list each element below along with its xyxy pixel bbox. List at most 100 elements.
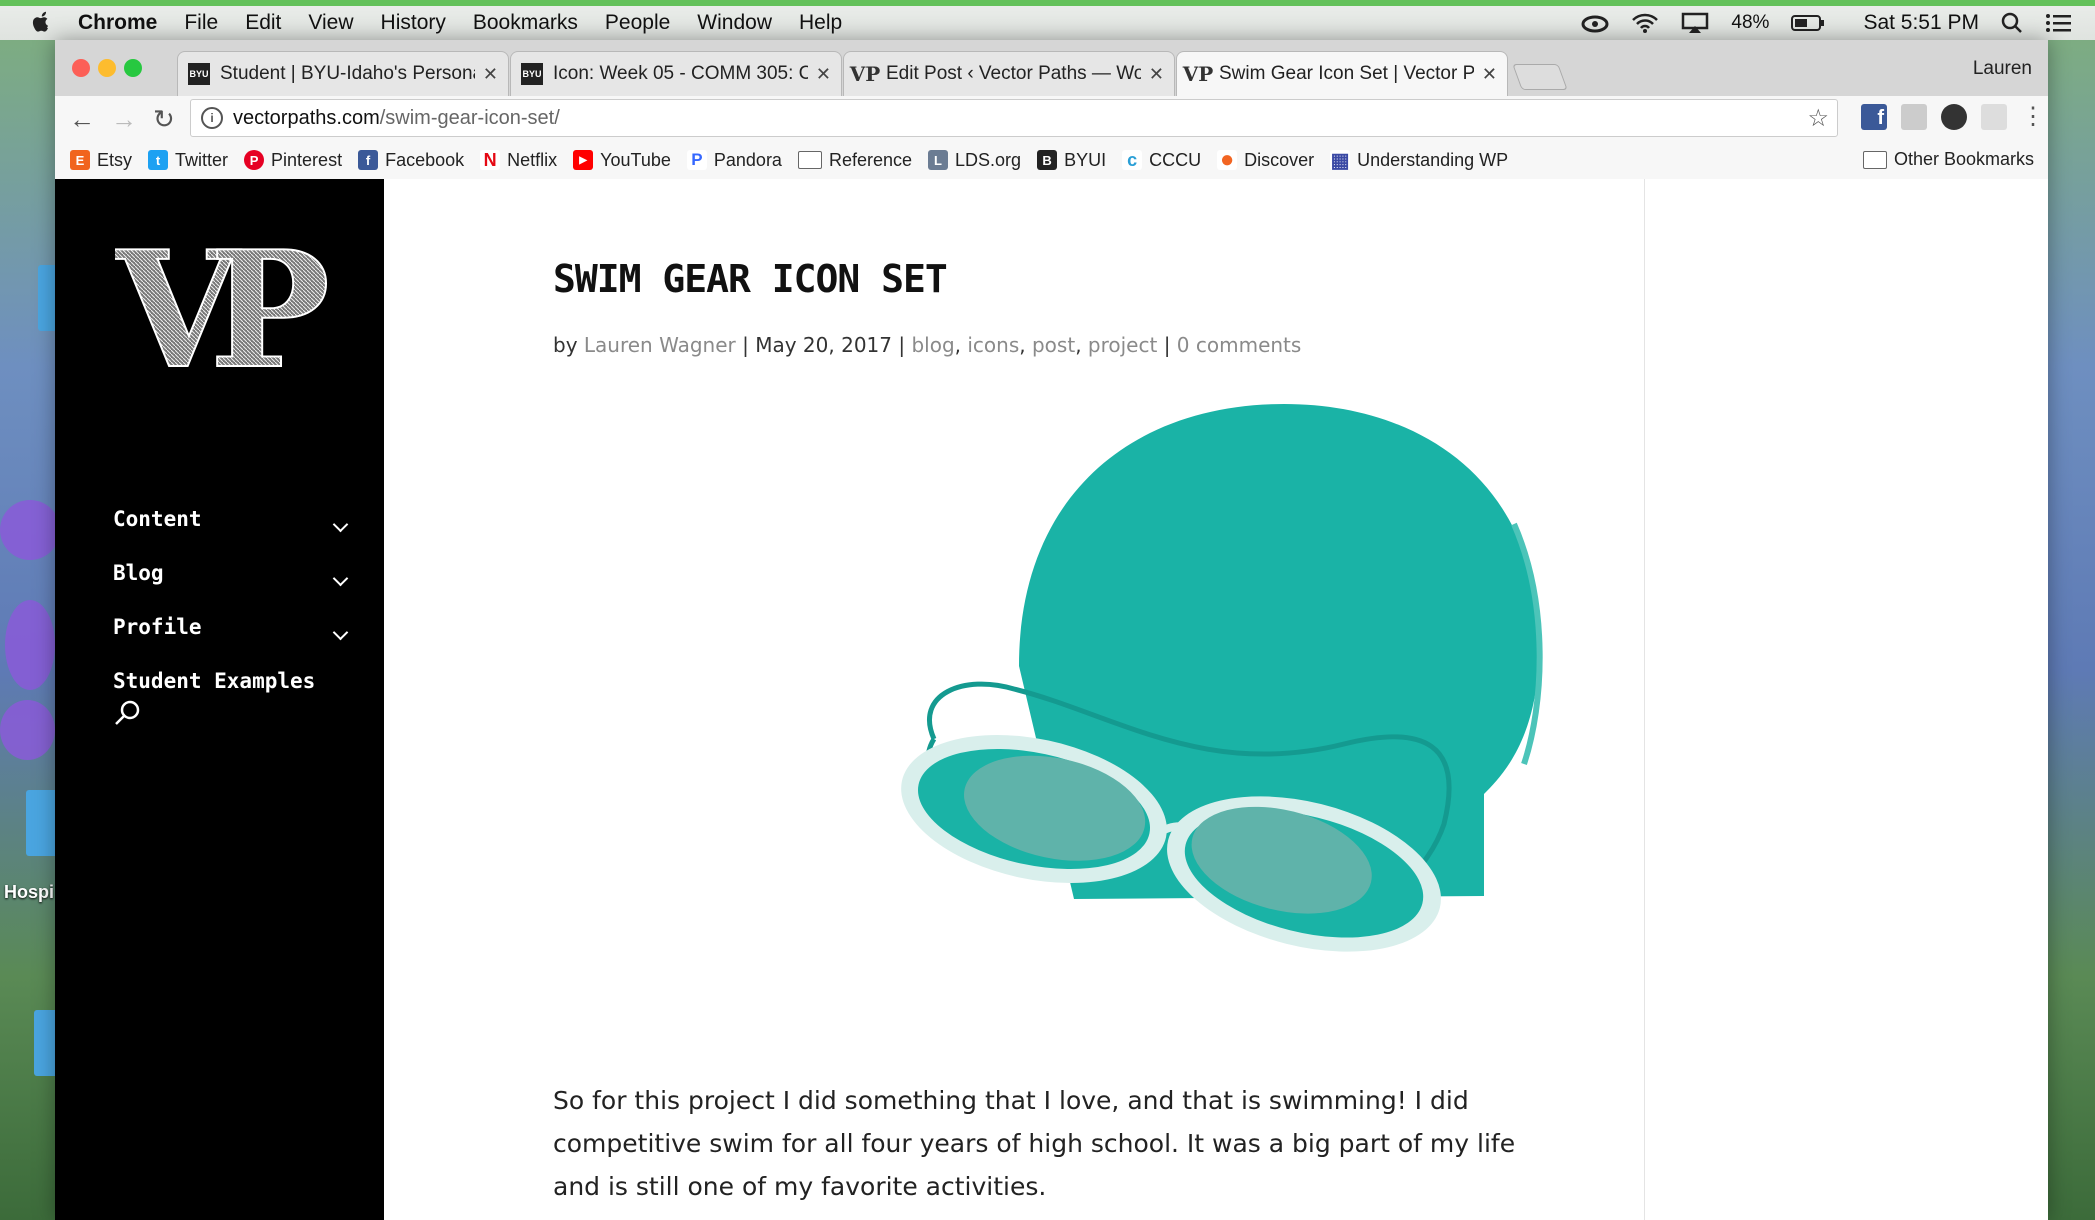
tab-icon-week[interactable]: BYU Icon: Week 05 - COMM 305: C ✕ — [510, 51, 842, 96]
menu-edit[interactable]: Edit — [245, 11, 281, 35]
menu-history[interactable]: History — [381, 11, 446, 35]
bookmark-label: Twitter — [175, 149, 229, 170]
facebook-extension-icon[interactable]: f — [1861, 104, 1887, 130]
nav-student-examples[interactable]: Student Examples — [113, 669, 315, 693]
web-page: VP Content Blog Profile Student Examples… — [55, 179, 2048, 1220]
post-meta: by Lauren Wagner | May 20, 2017 | blog, … — [553, 333, 1301, 357]
pinterest-icon: P — [244, 150, 265, 170]
meta-separator: | — [742, 333, 749, 357]
pandora-icon: P — [686, 150, 707, 170]
facebook-icon: f — [358, 150, 379, 170]
apple-icon[interactable] — [30, 11, 52, 35]
category-link[interactable]: icons — [967, 333, 1019, 357]
etsy-icon: E — [70, 150, 90, 170]
bookmark-etsy[interactable]: E Etsy — [70, 150, 132, 171]
meta-by: by — [553, 333, 578, 357]
tab-close-icon[interactable]: ✕ — [816, 64, 831, 85]
desktop-label[interactable]: Hospi — [4, 882, 54, 903]
menu-app-name[interactable]: Chrome — [78, 11, 157, 35]
airplay-icon[interactable] — [1681, 12, 1709, 34]
youtube-icon: ▶ — [573, 150, 594, 170]
category-link[interactable]: blog — [911, 333, 954, 357]
bookmark-byui[interactable]: B BYUI — [1037, 150, 1106, 171]
comments-link[interactable]: 0 comments — [1177, 333, 1302, 357]
back-arrow-icon[interactable]: ← — [69, 104, 95, 135]
creative-cloud-icon[interactable] — [1581, 13, 1609, 33]
bookmark-cccu[interactable]: c CCCU — [1122, 150, 1201, 171]
other-bookmarks[interactable]: Other Bookmarks — [1862, 149, 2034, 170]
url-host: vectorpaths.com — [233, 106, 380, 129]
tab-title: Edit Post ‹ Vector Paths — Wo — [886, 63, 1141, 84]
chrome-menu-icon[interactable]: ⋮ — [2021, 102, 2045, 131]
menu-view[interactable]: View — [308, 11, 353, 35]
tab-close-icon[interactable]: ✕ — [483, 64, 498, 85]
bookmark-understanding-wp[interactable]: ▦ Understanding WP — [1330, 150, 1508, 172]
tab-edit-post[interactable]: VP Edit Post ‹ Vector Paths — Wo ✕ — [843, 51, 1175, 96]
bookmark-star-icon[interactable]: ☆ — [1807, 104, 1829, 133]
menu-people[interactable]: People — [605, 11, 670, 35]
bookmark-pandora[interactable]: P Pandora — [686, 150, 782, 171]
meta-comma: , — [954, 333, 968, 357]
category-link[interactable]: post — [1032, 333, 1075, 357]
wifi-icon[interactable] — [1631, 12, 1659, 34]
author-link[interactable]: Lauren Wagner — [584, 333, 736, 357]
tab-title: Icon: Week 05 - COMM 305: C — [553, 63, 808, 84]
new-tab-button[interactable] — [1512, 64, 1568, 90]
menu-clock[interactable]: Sat 5:51 PM — [1863, 11, 1979, 35]
camera-extension-icon[interactable] — [1981, 104, 2007, 130]
zoom-window-button[interactable] — [124, 59, 142, 77]
bookmark-reference[interactable]: Reference — [797, 150, 912, 171]
site-info-icon[interactable]: i — [201, 107, 223, 129]
tab-swim-gear[interactable]: VP Swim Gear Icon Set | Vector Pa ✕ — [1176, 51, 1508, 96]
menu-file[interactable]: File — [184, 11, 218, 35]
tab-student-byu[interactable]: BYU Student | BYU-Idaho's Persona ✕ — [177, 51, 509, 96]
bookmark-twitter[interactable]: t Twitter — [148, 150, 228, 171]
minimize-window-button[interactable] — [98, 59, 116, 77]
new-extension-icon[interactable] — [1941, 104, 1967, 130]
camera-extension-icon[interactable] — [1901, 104, 1927, 130]
post-date: May 20, 2017 — [755, 333, 892, 357]
post-title: SWIM GEAR ICON SET — [553, 257, 948, 301]
bookmark-label: Discover — [1244, 149, 1315, 170]
bookmark-facebook[interactable]: f Facebook — [358, 150, 464, 171]
tab-close-icon[interactable]: ✕ — [1149, 64, 1164, 85]
chevron-down-icon[interactable] — [332, 516, 349, 533]
site-sidebar: VP Content Blog Profile Student Examples — [55, 179, 384, 1220]
bookmark-netflix[interactable]: N Netflix — [480, 150, 557, 171]
battery-icon[interactable] — [1791, 14, 1825, 32]
menu-bookmarks[interactable]: Bookmarks — [473, 11, 578, 35]
tab-close-icon[interactable]: ✕ — [1482, 64, 1497, 85]
url-path: /swim-gear-icon-set/ — [379, 106, 560, 129]
address-bar[interactable]: i vectorpaths.com/swim-gear-icon-set/ ☆ — [190, 99, 1838, 137]
chevron-down-icon[interactable] — [332, 624, 349, 641]
reload-icon[interactable]: ↻ — [153, 104, 175, 135]
tab-title: Swim Gear Icon Set | Vector Pa — [1219, 63, 1474, 84]
menu-help[interactable]: Help — [799, 11, 842, 35]
nav-profile[interactable]: Profile — [113, 615, 202, 639]
chevron-down-icon[interactable] — [332, 570, 349, 587]
notification-center-icon[interactable] — [2045, 13, 2071, 33]
forward-arrow-icon[interactable]: → — [111, 104, 137, 135]
battery-percent: 48% — [1731, 12, 1770, 33]
tab-strip: BYU Student | BYU-Idaho's Persona ✕ BYU … — [55, 40, 2048, 96]
byui-icon: B — [1037, 150, 1058, 170]
menu-window[interactable]: Window — [697, 11, 772, 35]
search-icon[interactable] — [113, 699, 141, 727]
category-link[interactable]: project — [1088, 333, 1157, 357]
bookmark-discover[interactable]: ● Discover — [1217, 146, 1315, 173]
nav-blog[interactable]: Blog — [113, 561, 164, 585]
bookmark-label: Facebook — [385, 149, 465, 170]
bookmark-lds[interactable]: L LDS.org — [928, 150, 1021, 171]
spotlight-icon[interactable] — [2001, 12, 2023, 34]
vp-favicon: VP — [1182, 62, 1214, 86]
nav-content[interactable]: Content — [113, 507, 202, 531]
bookmark-youtube[interactable]: ▶ YouTube — [573, 150, 671, 171]
bookmark-label: YouTube — [600, 149, 671, 170]
bookmark-pinterest[interactable]: P Pinterest — [244, 150, 342, 171]
close-window-button[interactable] — [72, 59, 90, 77]
byu-favicon: BYU — [188, 63, 210, 85]
folder-icon — [1862, 150, 1887, 169]
profile-name[interactable]: Lauren — [1973, 58, 2032, 80]
browser-window: BYU Student | BYU-Idaho's Persona ✕ BYU … — [55, 40, 2048, 1220]
site-logo[interactable]: VP — [115, 234, 335, 374]
